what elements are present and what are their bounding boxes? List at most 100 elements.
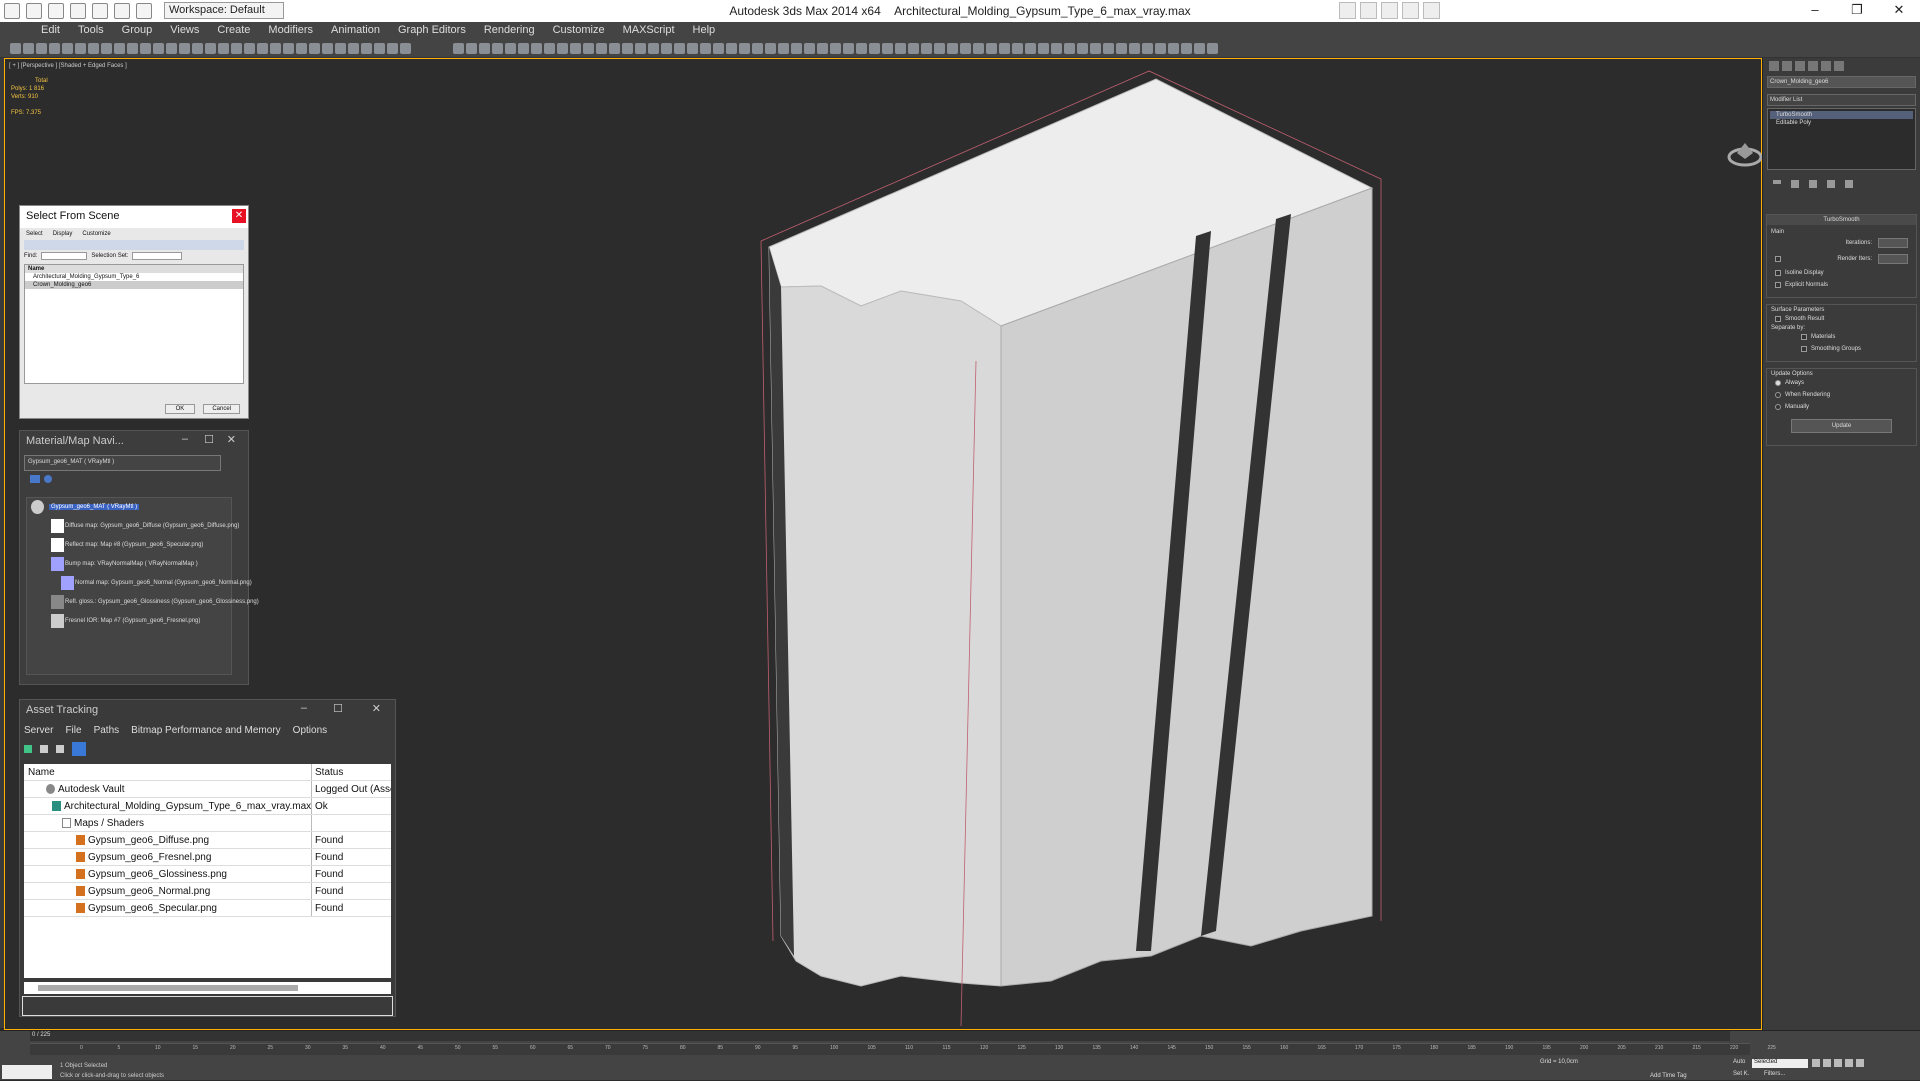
workspace-dropdown[interactable]: Workspace: Default [164,2,284,19]
key-icon[interactable] [1381,2,1398,19]
toolbar-tool-icon[interactable] [583,43,594,54]
materials-checkbox[interactable] [1801,334,1807,340]
tree-item[interactable]: Reflect map: Map #8 (Gypsum_geo6_Specula… [27,536,231,555]
col-status[interactable]: Status [312,764,391,780]
toolbar-tool-icon[interactable] [934,43,945,54]
track-bar[interactable]: 0 5 10 15 20 25 30 35 40 45 50 55 60 65 70 75 80 85 90 95 10… [30,1043,1776,1055]
pin-stack-icon[interactable] [1773,180,1781,184]
toolbar-tool-icon[interactable] [283,43,294,54]
toolbar-tool-icon[interactable] [205,43,216,54]
toolbar-tool-icon[interactable] [479,43,490,54]
toolbar-tool-icon[interactable] [609,43,620,54]
cancel-button[interactable]: Cancel [203,404,240,414]
toolbar-tool-icon[interactable] [791,43,802,54]
toolbar-tool-icon[interactable] [518,43,529,54]
time-slider[interactable]: 0 / 225 [30,1031,1730,1041]
toolbar-tool-icon[interactable] [62,43,73,54]
manually-radio[interactable] [1775,404,1781,410]
table-row[interactable]: Architectural_Molding_Gypsum_Type_6_max_… [24,798,391,815]
menu-bitmap-performance[interactable]: Bitmap Performance and Memory [131,725,281,736]
goto-end-icon[interactable] [1856,1059,1864,1067]
toolbar-tool-icon[interactable] [622,43,633,54]
toolbar-tool-icon[interactable] [1142,43,1153,54]
table-row[interactable]: Autodesk Vault Logged Out (Asset [24,781,391,798]
toolbar-tool-icon[interactable] [986,43,997,54]
object-name-field[interactable]: Crown_Molding_geo6 [1767,76,1916,88]
display-tab-icon[interactable] [1821,61,1831,71]
project-folder-icon[interactable] [136,2,152,19]
toolbar-tool-icon[interactable] [921,43,932,54]
toolbar-tool-icon[interactable] [1077,43,1088,54]
minimize-icon[interactable]: – [301,702,307,714]
list-item[interactable]: Crown_Molding_geo6 [25,281,243,289]
create-tab-icon[interactable] [1769,61,1779,71]
table-row[interactable]: Gypsum_geo6_Glossiness.png Found [24,866,391,883]
next-frame-icon[interactable] [1845,1059,1853,1067]
toolbar-tool-icon[interactable] [348,43,359,54]
asset-tracking-titlebar[interactable]: Asset Tracking – ☐ ✕ [20,700,395,722]
find-input[interactable] [41,252,88,260]
asset-table[interactable]: Name Status Autodesk Vault Logged Out (Ass… [24,764,391,978]
utilities-tab-icon[interactable] [1834,61,1844,71]
toolbar-tool-icon[interactable] [127,43,138,54]
menu-customize[interactable]: Customize [82,231,110,237]
toolbar-tool-icon[interactable] [1103,43,1114,54]
menu-group[interactable]: Group [113,22,162,40]
horizontal-scrollbar[interactable] [24,982,391,994]
star-icon[interactable] [1402,2,1419,19]
toolbar-tool-icon[interactable] [1012,43,1023,54]
toolbar-tool-icon[interactable] [453,43,464,54]
always-radio[interactable] [1775,380,1781,386]
list-icon[interactable] [40,745,48,753]
tree-item[interactable]: Normal map: Gypsum_geo6_Normal (Gypsum_g… [27,574,252,593]
toolbar-tool-icon[interactable] [153,43,164,54]
tree-item[interactable]: Diffuse map: Gypsum_geo6_Diffuse (Gypsum… [27,517,239,536]
rollout-title[interactable]: TurboSmooth [1767,215,1916,225]
menu-graph-editors[interactable]: Graph Editors [389,22,475,40]
remove-modifier-icon[interactable] [1827,180,1835,188]
toolbar-tool-icon[interactable] [36,43,47,54]
goto-start-icon[interactable] [1812,1059,1820,1067]
menu-options[interactable]: Options [293,725,327,736]
toolbar-tool-icon[interactable] [856,43,867,54]
render-iters-checkbox[interactable] [1775,256,1781,262]
list-item[interactable]: Architectural_Molding_Gypsum_Type_6 [25,273,243,281]
ok-button[interactable]: OK [164,404,196,414]
menu-server[interactable]: Server [24,725,53,736]
toolbar-tool-icon[interactable] [531,43,542,54]
toolbar-tool-icon[interactable] [882,43,893,54]
material-name-field[interactable]: Gypsum_geo6_MAT ( VRayMtl ) [24,455,221,471]
toolbar-tool-icon[interactable] [765,43,776,54]
mat-nav-titlebar[interactable]: Material/Map Navi... – ☐ ✕ [20,431,248,453]
hierarchy-tab-icon[interactable] [1795,61,1805,71]
toolbar-tool-icon[interactable] [1207,43,1218,54]
toolbar-tool-icon[interactable] [179,43,190,54]
menu-rendering[interactable]: Rendering [475,22,544,40]
configure-sets-icon[interactable] [1845,180,1853,188]
redo-icon[interactable] [114,2,130,19]
maxscript-listener[interactable] [2,1065,52,1079]
toolbar-tool-icon[interactable] [10,43,21,54]
toolbar-tool-icon[interactable] [960,43,971,54]
toolbar-tool-icon[interactable] [713,43,724,54]
close-icon[interactable]: ✕ [232,209,246,223]
toolbar-tool-icon[interactable] [192,43,203,54]
toolbar-tool-icon[interactable] [674,43,685,54]
toolbar-tool-icon[interactable] [635,43,646,54]
toolbar-tool-icon[interactable] [1051,43,1062,54]
menu-modifiers[interactable]: Modifiers [259,22,322,40]
scene-object-list[interactable]: Name Architectural_Molding_Gypsum_Type_6… [24,264,244,384]
select-dialog-titlebar[interactable]: Select From Scene ✕ [20,206,248,228]
toolbar-tool-icon[interactable] [648,43,659,54]
toolbar-tool-icon[interactable] [387,43,398,54]
toolbar-tool-icon[interactable] [335,43,346,54]
add-time-tag[interactable]: Add Time Tag [1650,1073,1687,1079]
toolbar-tool-icon[interactable] [270,43,281,54]
table-row[interactable]: Gypsum_geo6_Normal.png Found [24,883,391,900]
toolbar-tool-icon[interactable] [1168,43,1179,54]
toolbar-tool-icon[interactable] [166,43,177,54]
restore-icon[interactable]: ☐ [333,702,343,715]
toolbar-tool-icon[interactable] [1194,43,1205,54]
toolbar-tool-icon[interactable] [75,43,86,54]
toolbar-tool-icon[interactable] [999,43,1010,54]
